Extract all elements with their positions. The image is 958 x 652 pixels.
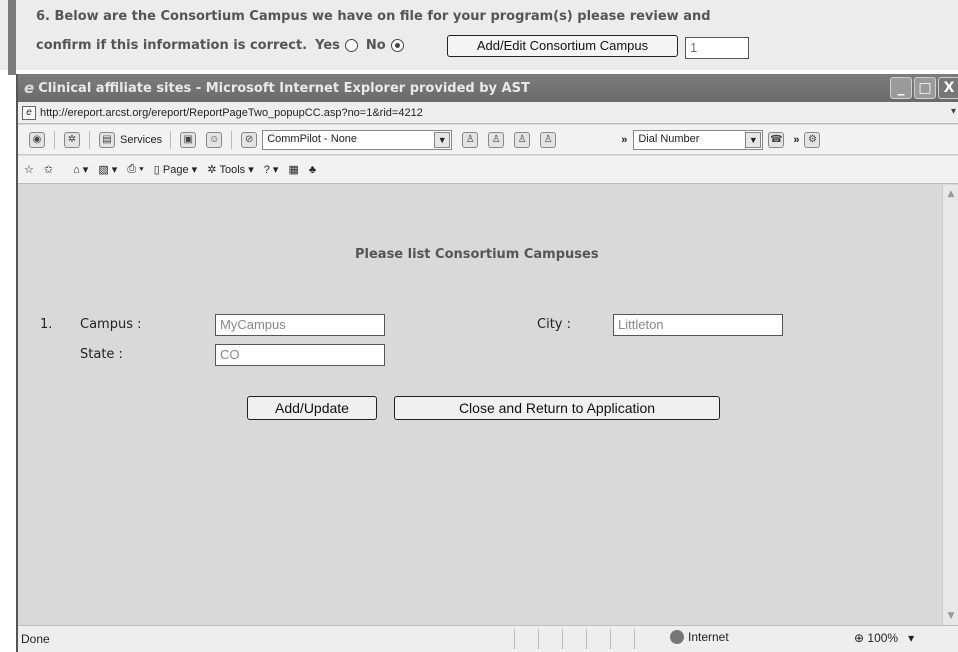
toolbar-chevron-icon[interactable]: »: [621, 134, 627, 146]
chevron-down-icon[interactable]: ▼: [745, 131, 762, 148]
state-input[interactable]: CO: [215, 344, 385, 366]
city-label: City :: [537, 317, 571, 332]
state-label: State :: [80, 347, 123, 362]
status-pane: [562, 629, 586, 649]
print-icon[interactable]: ⎙ ▾: [127, 163, 143, 176]
zoom-icon: ⊕: [854, 631, 868, 645]
window-titlebar[interactable]: e Clinical affiliate sites - Microsoft I…: [18, 74, 958, 102]
zoom-level: 100%: [867, 631, 899, 645]
help-icon[interactable]: ? ▾: [264, 163, 279, 176]
question-text-line1: 6. Below are the Consortium Campus we ha…: [36, 9, 711, 24]
services-button[interactable]: Services: [120, 134, 162, 146]
dial-number-value: Dial Number: [638, 132, 700, 145]
question-text-line2-label: confirm if this information is correct.: [36, 38, 308, 53]
toolbar-separator: [231, 130, 233, 149]
city-input[interactable]: Littleton: [613, 314, 783, 336]
user-icon-2[interactable]: ♙: [488, 131, 505, 148]
yes-label: Yes: [315, 38, 340, 53]
status-pane: [610, 629, 634, 649]
command-bar: ☆ ✩ ⌂ ▾ ▧ ▾ ⎙ ▾ ▯ Page ▾ ✲ Tools ▾ ? ▾ ▦…: [18, 156, 958, 184]
question-text-line2: confirm if this information is correct. …: [36, 38, 412, 53]
campus-count-input[interactable]: 1: [685, 37, 749, 59]
favorites-star-icon[interactable]: ☆: [24, 163, 34, 176]
gear-icon: ✲: [207, 164, 220, 176]
status-pane: [586, 629, 610, 649]
feeds-icon[interactable]: ▧ ▾: [98, 163, 117, 176]
vertical-scrollbar[interactable]: ▲ ▼: [942, 185, 958, 625]
page-menu[interactable]: ▯ Page ▾: [153, 163, 197, 177]
toolbar-separator: [89, 130, 90, 149]
add-favorites-icon[interactable]: ✩: [44, 163, 53, 176]
add-update-button[interactable]: Add/Update: [247, 396, 377, 420]
research-icon[interactable]: ▦: [288, 163, 298, 176]
no-label: No: [365, 38, 386, 53]
services-icon[interactable]: ▤: [99, 131, 115, 148]
status-text: Done: [21, 632, 50, 646]
commpilot-select[interactable]: CommPilot - None ▼: [262, 129, 453, 150]
person-icon[interactable]: ☺: [206, 131, 223, 148]
minimize-button[interactable]: _: [890, 77, 912, 99]
scroll-down-icon[interactable]: ▼: [944, 609, 958, 623]
campus-input[interactable]: MyCampus: [215, 314, 385, 336]
user-icon-1[interactable]: ♙: [462, 131, 479, 148]
messenger-icon[interactable]: ♣: [309, 164, 316, 176]
ie-popup-window: e Clinical affiliate sites - Microsoft I…: [16, 74, 958, 652]
close-button[interactable]: X: [938, 77, 958, 99]
toolbar-separator: [170, 130, 172, 149]
row-number: 1.: [40, 317, 53, 332]
address-bar[interactable]: e http://ereport.arcst.org/ereport/Repor…: [18, 102, 958, 124]
links-toolbar: ◉ ✲ ▤ Services ▣ ☺ ⊘ CommPilot - None ▼ …: [18, 125, 958, 155]
user-icon-3[interactable]: ♙: [514, 131, 531, 148]
chevron-down-icon[interactable]: ▼: [434, 131, 451, 148]
chevron-down-icon[interactable]: ▾: [908, 631, 914, 645]
zone-label: Internet: [688, 630, 729, 644]
commpilot-value: CommPilot - None: [267, 132, 358, 145]
yes-radio[interactable]: [344, 39, 358, 52]
page-title: Please list Consortium Campuses: [355, 247, 599, 262]
status-pane: [514, 629, 538, 649]
tools-menu-label: Tools: [219, 163, 246, 176]
left-edge-bar: [8, 0, 16, 75]
status-panes: [514, 629, 658, 649]
background-page: 6. Below are the Consortium Campus we ha…: [0, 0, 958, 75]
phone-icon[interactable]: ☎: [768, 131, 785, 148]
address-dropdown-icon[interactable]: ▾: [951, 106, 956, 117]
status-pane: [634, 629, 658, 649]
page-menu-label: Page: [162, 163, 189, 176]
page-content: Please list Consortium Campuses 1. Campu…: [18, 185, 944, 625]
add-edit-consortium-campus-button[interactable]: Add/Edit Consortium Campus: [447, 35, 678, 57]
window-controls: _ □ X: [890, 77, 958, 99]
toolbar-chevron-icon[interactable]: »: [793, 134, 799, 146]
page-icon: ▯: [153, 164, 163, 176]
zoom-control[interactable]: ⊕ 100% ▾: [854, 631, 914, 645]
globe-icon: [670, 630, 684, 644]
window-title: Clinical affiliate sites - Microsoft Int…: [38, 80, 530, 96]
no-entry-icon[interactable]: ⊘: [241, 131, 258, 148]
status-bar: Done Internet ⊕ 100% ▾: [18, 625, 958, 652]
maximize-button[interactable]: □: [914, 77, 936, 99]
page-icon: e: [22, 105, 36, 120]
address-url[interactable]: http://ereport.arcst.org/ereport/ReportP…: [40, 107, 423, 119]
translate-icon[interactable]: ⚙: [804, 131, 821, 148]
no-radio[interactable]: [390, 39, 404, 52]
contact-card-icon[interactable]: ▣: [180, 131, 197, 148]
toolbar-separator: [54, 130, 55, 149]
tools-menu[interactable]: ✲ Tools ▾: [207, 163, 254, 177]
toolbar-gear-icon[interactable]: ✲: [64, 131, 80, 148]
security-zone[interactable]: Internet: [670, 630, 729, 644]
user-icon-4[interactable]: ♙: [540, 131, 557, 148]
close-and-return-button[interactable]: Close and Return to Application: [394, 396, 720, 420]
status-pane: [538, 629, 562, 649]
campus-label: Campus :: [80, 317, 142, 332]
scroll-up-icon[interactable]: ▲: [944, 187, 958, 201]
ie-logo-icon: e: [24, 79, 35, 97]
toolbar-power-icon[interactable]: ◉: [29, 131, 45, 148]
home-icon[interactable]: ⌂ ▾: [73, 163, 88, 176]
dial-number-select[interactable]: Dial Number ▼: [633, 129, 764, 150]
